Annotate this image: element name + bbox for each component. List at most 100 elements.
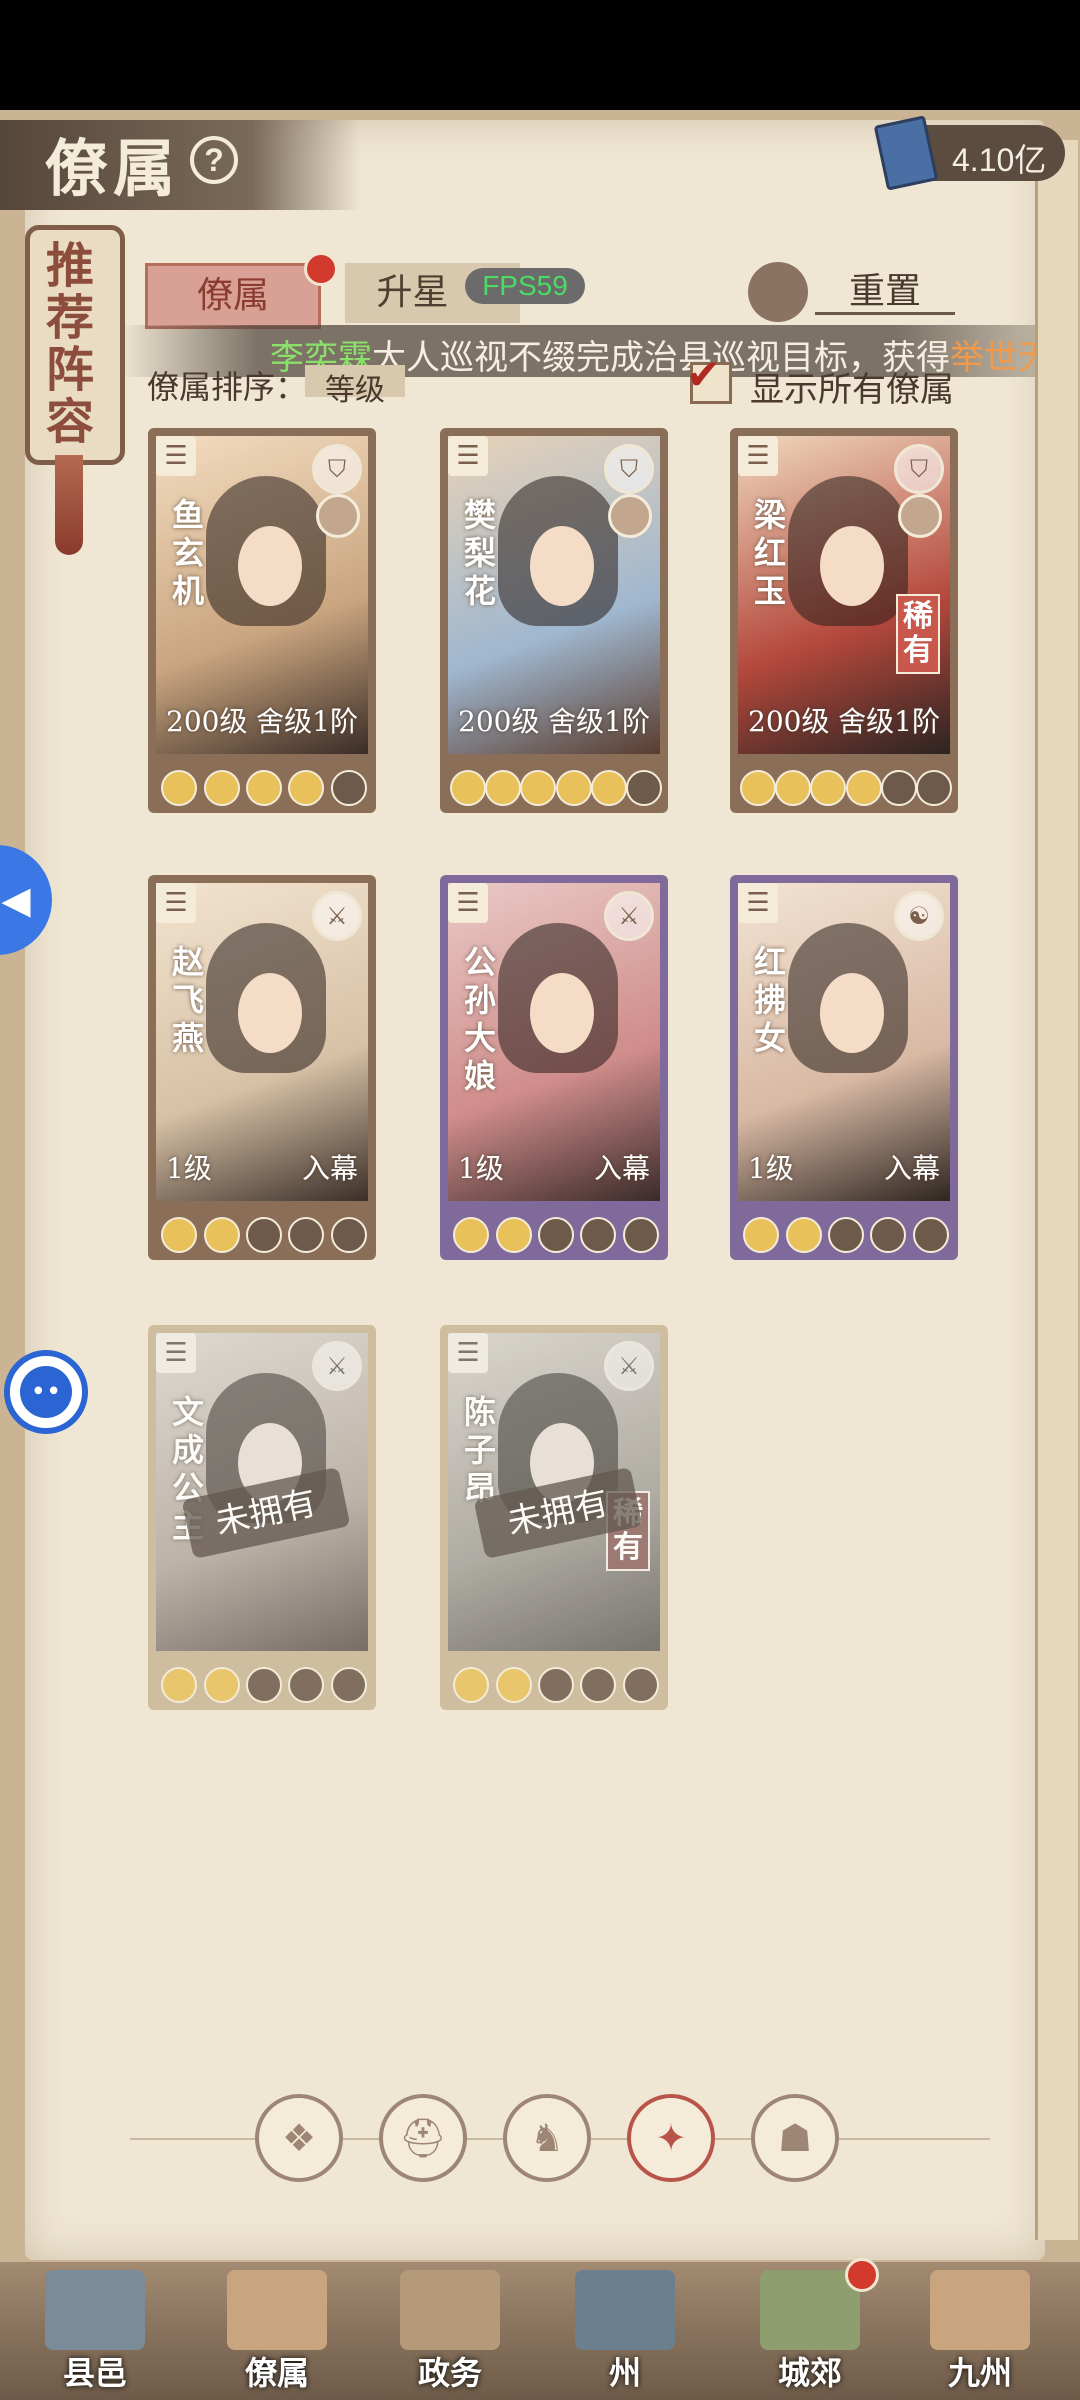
- fan-icon: ☰: [156, 436, 196, 476]
- shield-icon: ⛉: [894, 444, 944, 494]
- bottom-tab-0[interactable]: 县邑: [30, 2270, 160, 2392]
- card-name: 公孙大娘: [463, 943, 496, 1095]
- bottom-tab-1[interactable]: 僚属: [212, 2270, 342, 2392]
- currency-value: 4.10亿: [952, 142, 1047, 178]
- portrait: ☰ ☯ 红拂女 1级 入幕: [738, 883, 950, 1201]
- fan-icon: ☰: [448, 436, 488, 476]
- checkmark-icon: ✔: [686, 350, 722, 399]
- card-level: 1级: [166, 1152, 212, 1185]
- card-level: 200级: [748, 705, 830, 738]
- horse-icon[interactable]: ♞: [503, 2094, 591, 2182]
- bottom-tab-5[interactable]: 九州: [915, 2270, 1045, 2392]
- sword-icon: ⚔: [604, 1341, 654, 1391]
- subordinate-card[interactable]: ☰⚔文成公主未拥有: [148, 1325, 376, 1710]
- portrait: ☰ ⛉ 梁红玉 200级 舍级1阶 稀有: [738, 436, 950, 754]
- empty-slot-icon: [246, 1217, 282, 1253]
- portrait-face: [820, 526, 884, 606]
- subordinate-card[interactable]: ☰⚔陈子昂稀有未拥有: [440, 1325, 668, 1710]
- empty-slot-icon: [828, 1217, 864, 1253]
- moon-star-icon: [555, 770, 592, 806]
- helmet-icon[interactable]: ⛑: [379, 2094, 467, 2182]
- tassel-decoration: [55, 455, 83, 555]
- reset-icon[interactable]: [748, 262, 808, 322]
- portrait: ☰ ⚔ 赵飞燕 1级 入幕: [156, 883, 368, 1201]
- sword-icon: ⚔: [312, 891, 362, 941]
- card-stage: 入幕: [301, 1152, 358, 1185]
- moon-star-icon: [161, 1217, 198, 1253]
- assigned-avatar: [316, 494, 360, 538]
- city-gate-icon: [45, 2270, 145, 2350]
- portrait-face: [530, 526, 594, 606]
- portrait: ☰⚔陈子昂稀有未拥有: [448, 1333, 660, 1651]
- card-name: 梁红玉: [753, 496, 786, 610]
- floating-bubble-icon[interactable]: ••: [4, 1350, 88, 1434]
- bottom-tab-3[interactable]: 州: [560, 2270, 690, 2392]
- empty-slot-icon: [330, 770, 367, 806]
- fan-icon: ☰: [156, 883, 196, 923]
- card-name: 樊梨花: [463, 496, 496, 610]
- star-slots: [156, 1661, 368, 1705]
- diamond-icon[interactable]: ❖: [255, 2094, 343, 2182]
- reset-button[interactable]: 重置: [815, 272, 955, 315]
- sort-dropdown[interactable]: 等级: [305, 365, 405, 408]
- fan-icon[interactable]: ✦: [627, 2094, 715, 2182]
- moon-star-icon: [161, 770, 198, 806]
- empty-slot-icon: [626, 770, 663, 806]
- empty-slot-icon: [622, 1217, 659, 1253]
- countryside-icon: [760, 2270, 860, 2350]
- empty-slot-icon: [580, 1217, 617, 1253]
- bottom-tab-2[interactable]: 政务: [385, 2270, 515, 2392]
- card-stage: 舍级1阶: [548, 705, 650, 738]
- book-page-edge: [1035, 140, 1078, 2240]
- subordinate-card[interactable]: ☰ ⚔ 赵飞燕 1级 入幕: [148, 875, 376, 1260]
- empty-slot-icon: [538, 1667, 574, 1703]
- category-filter-bar: ❖ ⛑ ♞ ✦ ☗: [130, 2094, 990, 2184]
- card-stage: 入幕: [883, 1152, 940, 1185]
- card-level: 200级: [458, 705, 540, 738]
- moon-star-icon: [743, 1217, 780, 1253]
- moon-star-icon: [485, 770, 521, 806]
- assigned-avatar: [898, 494, 942, 538]
- subordinate-card[interactable]: ☰ ⛉ 樊梨花 200级 舍级1阶: [440, 428, 668, 813]
- fan-icon: ☰: [738, 436, 778, 476]
- star-slots: [156, 1211, 368, 1255]
- portrait: ☰⚔文成公主未拥有: [156, 1333, 368, 1651]
- portrait: ☰ ⛉ 樊梨花 200级 舍级1阶: [448, 436, 660, 754]
- mask-icon[interactable]: ☗: [751, 2094, 839, 2182]
- sword-icon: ⚔: [604, 891, 654, 941]
- card-name: 赵飞燕: [171, 943, 204, 1057]
- notification-dot: [304, 252, 338, 286]
- bottom-tab-label: 城郊: [777, 2354, 842, 2392]
- subordinate-card[interactable]: ☰ ☯ 红拂女 1级 入幕: [730, 875, 958, 1260]
- moon-star-icon: [785, 1217, 822, 1253]
- moon-star-icon: [288, 770, 325, 806]
- notification-dot: [845, 2258, 879, 2292]
- empty-slot-icon: [288, 1667, 325, 1703]
- yinyang-icon: ☯: [894, 891, 944, 941]
- moon-star-icon: [203, 1667, 240, 1703]
- rare-badge: 稀有: [896, 594, 940, 674]
- card-stage: 舍级1阶: [838, 705, 940, 738]
- fps-counter: FPS59: [465, 268, 585, 304]
- fan-icon: ☰: [738, 883, 778, 923]
- sort-label: 僚属排序：: [147, 368, 308, 406]
- portrait-face: [238, 973, 302, 1053]
- moon-star-icon: [775, 770, 811, 806]
- marquee-reward: 举世无: [950, 338, 1035, 377]
- subordinate-card[interactable]: ☰ ⛉ 梁红玉 200级 舍级1阶 稀有: [730, 428, 958, 813]
- bottom-tab-label: 政务: [417, 2354, 482, 2392]
- map-scroll-icon: [930, 2270, 1030, 2350]
- fan-icon: ☰: [448, 1333, 488, 1373]
- card-stage: 入幕: [593, 1152, 650, 1185]
- portrait-face: [530, 973, 594, 1053]
- portrait: ☰ ⛉ 鱼玄机 200级 舍级1阶: [156, 436, 368, 754]
- document-seal-icon: [400, 2270, 500, 2350]
- tab-subordinates[interactable]: 僚属: [145, 263, 321, 329]
- question-circle-icon[interactable]: ?: [190, 136, 238, 184]
- recommend-lineup-label: 推荐阵容: [45, 238, 94, 450]
- bottom-tab-label: 州: [608, 2354, 641, 2392]
- empty-slot-icon: [916, 770, 953, 806]
- moon-star-icon: [739, 770, 776, 806]
- subordinate-card[interactable]: ☰ ⛉ 鱼玄机 200级 舍级1阶: [148, 428, 376, 813]
- subordinate-card[interactable]: ☰ ⚔ 公孙大娘 1级 入幕: [440, 875, 668, 1260]
